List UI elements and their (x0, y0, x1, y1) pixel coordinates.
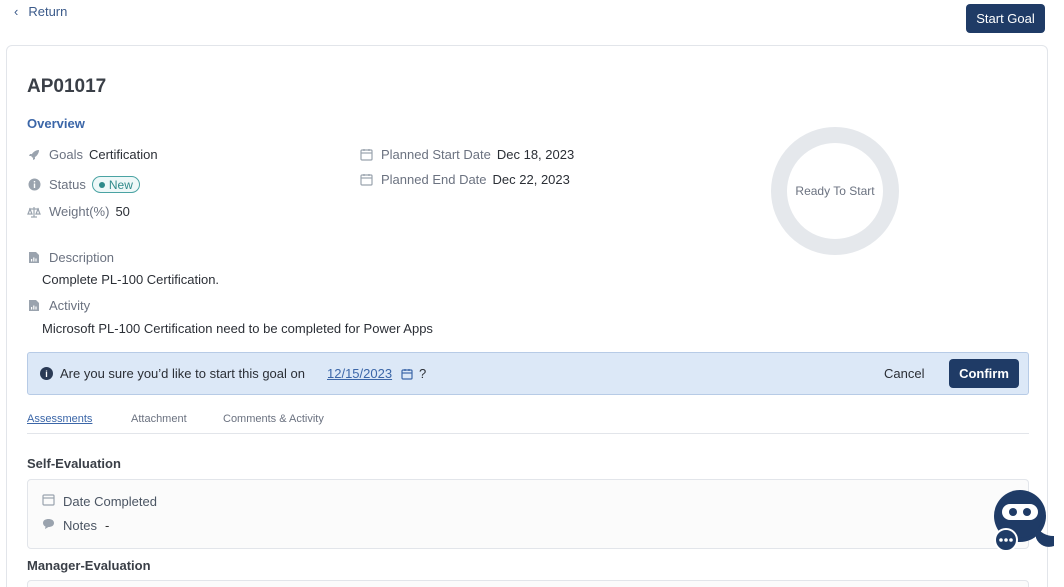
progress-ring: Ready To Start (771, 127, 899, 255)
start-date-picker[interactable]: 12/15/2023 (327, 366, 392, 381)
calendar-icon (359, 148, 373, 162)
tab-bar: Assessments Attachment Comments & Activi… (27, 411, 1029, 434)
status-dot (98, 181, 105, 188)
planned-end-label: Planned End Date (381, 172, 487, 187)
notes-label: Notes (63, 518, 97, 533)
description-field: Description (27, 250, 120, 265)
status-value: New (108, 177, 133, 192)
description-value: Complete PL-100 Certification. (42, 272, 220, 287)
cancel-button[interactable]: Cancel (884, 366, 924, 381)
progress-label: Ready To Start (795, 184, 875, 198)
activity-label: Activity (49, 298, 91, 313)
chevron-left-icon: ‹ (14, 4, 19, 19)
confirm-button[interactable]: Confirm (949, 359, 1019, 388)
notes-value: - (104, 518, 110, 533)
goals-label: Goals (49, 147, 83, 162)
document-icon (27, 251, 41, 265)
start-confirm-banner: i Are you sure you’d like to start this … (27, 352, 1029, 395)
overview-heading: Overview (27, 116, 85, 131)
document-icon (27, 299, 41, 313)
description-label: Description (49, 250, 115, 265)
planned-start-value: Dec 18, 2023 (496, 147, 575, 162)
weight-field: Weight(%) 50 (27, 204, 130, 219)
info-icon: i (40, 367, 53, 380)
manager-evaluation-box (27, 580, 1029, 587)
start-goal-button[interactable]: Start Goal (966, 4, 1045, 33)
top-bar: ‹ Return Start Goal (0, 0, 1064, 40)
goal-card: AP01017 Overview Goals Certification Sta… (6, 45, 1048, 587)
info-icon (27, 178, 41, 192)
rocket-icon (27, 148, 41, 162)
planned-end-value: Dec 22, 2023 (492, 172, 570, 187)
confirm-question: Are you sure you’d like to start this go… (60, 366, 305, 381)
goals-value: Certification (88, 147, 158, 162)
question-mark: ? (419, 366, 427, 381)
chatbot-icon[interactable] (992, 486, 1056, 552)
planned-start-field: Planned Start Date Dec 18, 2023 (359, 147, 574, 162)
planned-end-field: Planned End Date Dec 22, 2023 (359, 172, 570, 187)
tab-comments-activity[interactable]: Comments & Activity (223, 413, 324, 425)
goal-id: AP01017 (27, 76, 107, 97)
activity-field: Activity (27, 298, 96, 313)
scale-icon (27, 205, 41, 219)
status-field: Status New (27, 176, 140, 193)
comment-icon (42, 518, 55, 533)
weight-value: 50 (115, 204, 130, 219)
calendar-icon (359, 173, 373, 187)
calendar-icon[interactable] (401, 367, 413, 380)
return-link[interactable]: ‹ Return (14, 4, 67, 19)
tab-assessments[interactable]: Assessments (27, 413, 92, 425)
activity-value: Microsoft PL-100 Certification need to b… (42, 321, 433, 336)
return-label: Return (28, 4, 68, 19)
weight-label: Weight(%) (49, 204, 110, 219)
self-evaluation-title: Self-Evaluation (27, 456, 121, 471)
calendar-icon (42, 493, 55, 509)
goals-field: Goals Certification (27, 147, 158, 162)
tab-attachment[interactable]: Attachment (131, 413, 187, 425)
status-badge: New (91, 176, 140, 193)
manager-evaluation-title: Manager-Evaluation (27, 558, 151, 573)
planned-start-label: Planned Start Date (381, 147, 491, 162)
self-evaluation-box: Date Completed Notes - (27, 479, 1029, 549)
notes-row: Notes - (42, 518, 109, 533)
date-completed-label: Date Completed (63, 493, 157, 509)
date-completed-row: Date Completed (42, 493, 165, 509)
status-label: Status (49, 177, 86, 192)
